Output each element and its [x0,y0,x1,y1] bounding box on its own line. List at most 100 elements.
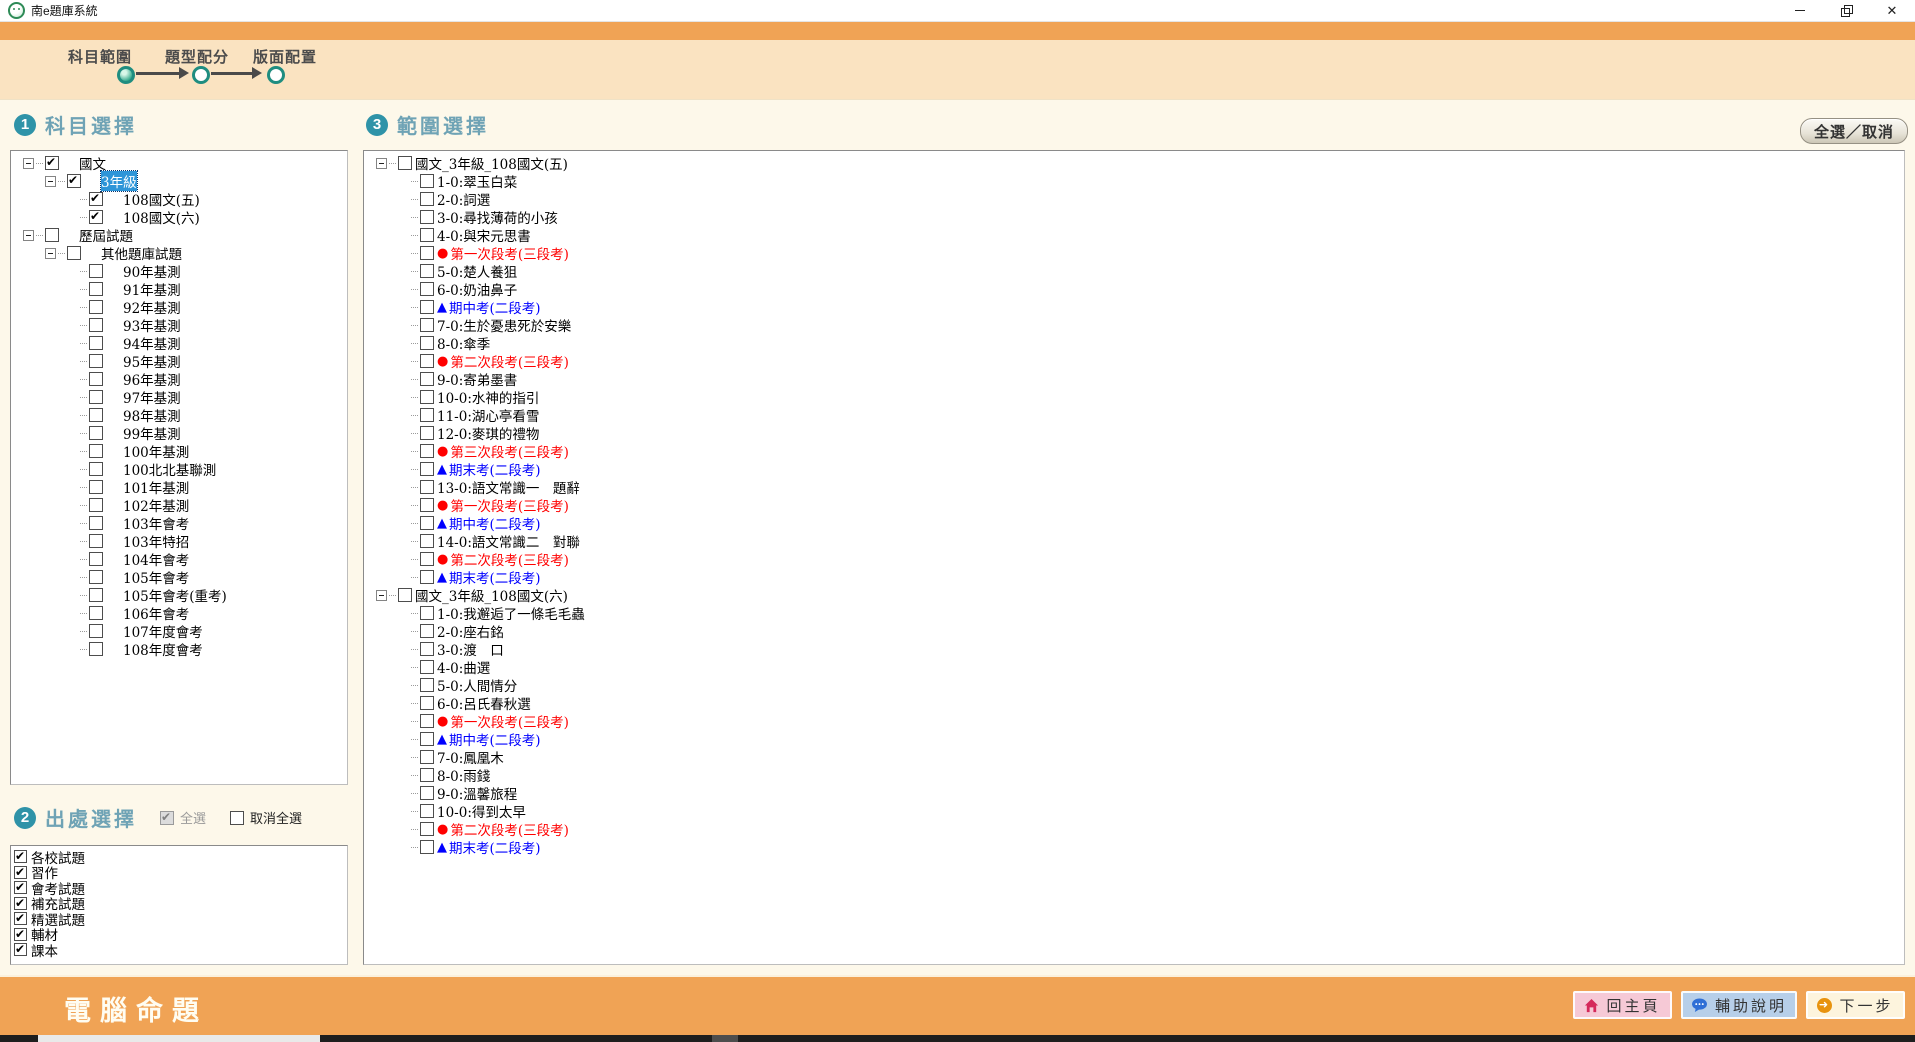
tree-item[interactable]: ▲期中考(二段考) [364,298,1904,316]
tree-item[interactable]: 90年基測 [11,262,347,280]
tree-item-label[interactable]: 期中考(二段考) [449,297,541,317]
tree-item[interactable]: 94年基測 [11,334,347,352]
tree-item[interactable]: ●第三次段考(三段考) [364,442,1904,460]
tree-item[interactable]: 6-0:呂氏春秋選 [364,694,1904,712]
tree-checkbox[interactable] [420,642,434,656]
tree-item-label[interactable]: 其他題庫試題 [101,243,182,263]
tree-checkbox[interactable] [420,714,434,728]
tree-checkbox[interactable] [89,318,103,332]
tree-checkbox[interactable] [89,444,103,458]
tree-item-label[interactable]: 9-0:溫馨旅程 [437,783,517,803]
tree-checkbox[interactable] [420,408,434,422]
tree-item-label[interactable]: 103年會考 [123,513,189,533]
tree-item[interactable]: 99年基測 [11,424,347,442]
tree-item[interactable]: 103年會考 [11,514,347,532]
tree-item-label[interactable]: 94年基測 [123,333,181,353]
tree-item-label[interactable]: 第二次段考(三段考) [450,351,569,371]
tree-item-label[interactable]: 100年基測 [123,441,189,461]
tree-item-label[interactable]: 7-0:生於憂患死於安樂 [437,315,571,335]
tree-item-label[interactable]: 91年基測 [123,279,181,299]
tree-item[interactable]: 國文_3年級_108國文(六) [364,586,1904,604]
tree-item[interactable]: 96年基測 [11,370,347,388]
expander-collapse-icon[interactable] [23,230,34,241]
tree-item[interactable]: 其他題庫試題 [11,244,347,262]
tree-item[interactable]: 5-0:人間情分 [364,676,1904,694]
tree-item[interactable]: 1-0:我邂逅了一條毛毛蟲 [364,604,1904,622]
tree-checkbox[interactable] [420,768,434,782]
tree-checkbox[interactable] [89,606,103,620]
restore-button[interactable] [1823,0,1869,21]
tree-item-label[interactable]: 102年基測 [123,495,189,515]
tree-checkbox[interactable] [89,534,103,548]
tree-item-label[interactable]: 105年會考 [123,567,189,587]
tree-checkbox[interactable] [420,426,434,440]
tree-checkbox[interactable] [420,660,434,674]
tree-item[interactable]: 91年基測 [11,280,347,298]
tree-item[interactable]: 101年基測 [11,478,347,496]
tree-item-label[interactable]: 92年基測 [123,297,181,317]
tree-checkbox[interactable] [89,282,103,296]
tree-checkbox[interactable] [420,354,434,368]
tree-checkbox[interactable] [420,570,434,584]
tree-checkbox[interactable] [420,210,434,224]
select-all-checkbox[interactable] [160,811,174,825]
tree-item-label[interactable]: 108年度會考 [123,639,203,659]
tree-checkbox[interactable] [420,318,434,332]
expander-collapse-icon[interactable] [376,158,387,169]
tree-item-label[interactable]: 2-0:座右銘 [437,621,504,641]
tree-item[interactable]: 3-0:尋找薄荷的小孩 [364,208,1904,226]
tree-item[interactable]: 92年基測 [11,298,347,316]
tree-item[interactable]: 108年度會考 [11,640,347,658]
tree-item-label[interactable]: 108國文(六) [123,207,200,227]
tree-item[interactable]: ●第一次段考(三段考) [364,244,1904,262]
tree-checkbox[interactable] [420,840,434,854]
source-checkbox[interactable] [14,850,27,863]
tree-item-label[interactable]: 8-0:傘季 [437,333,490,353]
tree-item[interactable]: ●第二次段考(三段考) [364,550,1904,568]
tree-item[interactable]: 108國文(五) [11,190,347,208]
tree-item[interactable]: 2-0:詞選 [364,190,1904,208]
tree-item-label[interactable]: 4-0:曲選 [437,657,490,677]
tree-item-label[interactable]: 100北北基聯測 [123,459,216,479]
next-step-button[interactable]: ➜ 下一步 [1806,991,1905,1019]
tree-item[interactable]: 10-0:得到太早 [364,802,1904,820]
tree-item[interactable]: ▲期末考(二段考) [364,838,1904,856]
home-button[interactable]: 回主頁 [1573,991,1672,1019]
tree-item[interactable]: ●第二次段考(三段考) [364,820,1904,838]
tree-item-label[interactable]: 97年基測 [123,387,181,407]
help-button[interactable]: 輔助說明 [1681,991,1797,1019]
tree-checkbox[interactable] [420,282,434,296]
tree-checkbox[interactable] [89,264,103,278]
tree-item[interactable]: ●第二次段考(三段考) [364,352,1904,370]
tree-item[interactable]: 14-0:語文常識二 對聯 [364,532,1904,550]
tree-item-label[interactable]: 第一次段考(三段考) [450,711,569,731]
tree-item[interactable]: 6-0:奶油鼻子 [364,280,1904,298]
tree-item-label[interactable]: 10-0:水神的指引 [437,387,539,407]
tree-checkbox[interactable] [45,156,59,170]
tree-item[interactable]: 3年級 [11,172,347,190]
tree-item-label[interactable]: 98年基測 [123,405,181,425]
tree-checkbox[interactable] [420,300,434,314]
tree-item-label[interactable]: 3-0:渡 口 [437,639,504,659]
tree-item-label[interactable]: 107年度會考 [123,621,203,641]
tree-item[interactable]: 102年基測 [11,496,347,514]
tree-item[interactable]: ▲期中考(二段考) [364,514,1904,532]
tree-item[interactable]: 4-0:曲選 [364,658,1904,676]
tree-item-label[interactable]: 5-0:人間情分 [437,675,517,695]
tree-checkbox[interactable] [89,192,103,206]
tree-checkbox[interactable] [420,516,434,530]
source-checkbox[interactable] [14,881,27,894]
tree-item[interactable]: 107年度會考 [11,622,347,640]
tree-checkbox[interactable] [398,588,412,602]
tree-checkbox[interactable] [420,786,434,800]
tree-checkbox[interactable] [89,210,103,224]
tree-item-label[interactable]: 108國文(五) [123,189,200,209]
tree-item-label[interactable]: 90年基測 [123,261,181,281]
tree-item[interactable]: 1-0:翠玉白菜 [364,172,1904,190]
tree-item-label[interactable]: 93年基測 [123,315,181,335]
tree-item[interactable]: 8-0:雨錢 [364,766,1904,784]
tree-item-label[interactable]: 1-0:我邂逅了一條毛毛蟲 [437,603,585,623]
expander-collapse-icon[interactable] [45,248,56,259]
tree-checkbox[interactable] [89,462,103,476]
tree-item[interactable]: ●第一次段考(三段考) [364,712,1904,730]
